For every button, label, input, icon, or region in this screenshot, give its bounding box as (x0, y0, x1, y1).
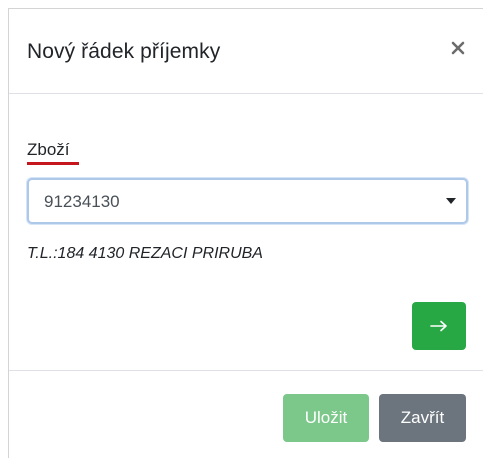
caret-down-icon (446, 198, 456, 204)
goods-label: Zboží (27, 140, 70, 159)
close-dialog-button[interactable]: Zavřít (379, 394, 466, 442)
close-icon (451, 41, 465, 55)
goods-select-value: 91234130 (44, 192, 120, 211)
next-button[interactable] (412, 302, 466, 350)
dialog-footer: Uložit Zavřít (9, 371, 483, 458)
new-receipt-line-dialog: Nový řádek příjemky Zboží 91234130 T.L.:… (0, 0, 483, 458)
goods-label-underline (27, 162, 79, 165)
save-button[interactable]: Uložit (283, 394, 369, 442)
dialog-header: Nový řádek příjemky (9, 9, 483, 94)
arrow-right-icon (430, 320, 447, 332)
goods-select[interactable]: 91234130 (27, 178, 468, 224)
dialog-body: Zboží 91234130 T.L.:184 4130 REZACI PRIR… (9, 94, 483, 371)
goods-description: T.L.:184 4130 REZACI PRIRUBA (27, 245, 263, 262)
dialog-title: Nový řádek příjemky (27, 40, 221, 63)
close-button[interactable] (447, 37, 469, 59)
